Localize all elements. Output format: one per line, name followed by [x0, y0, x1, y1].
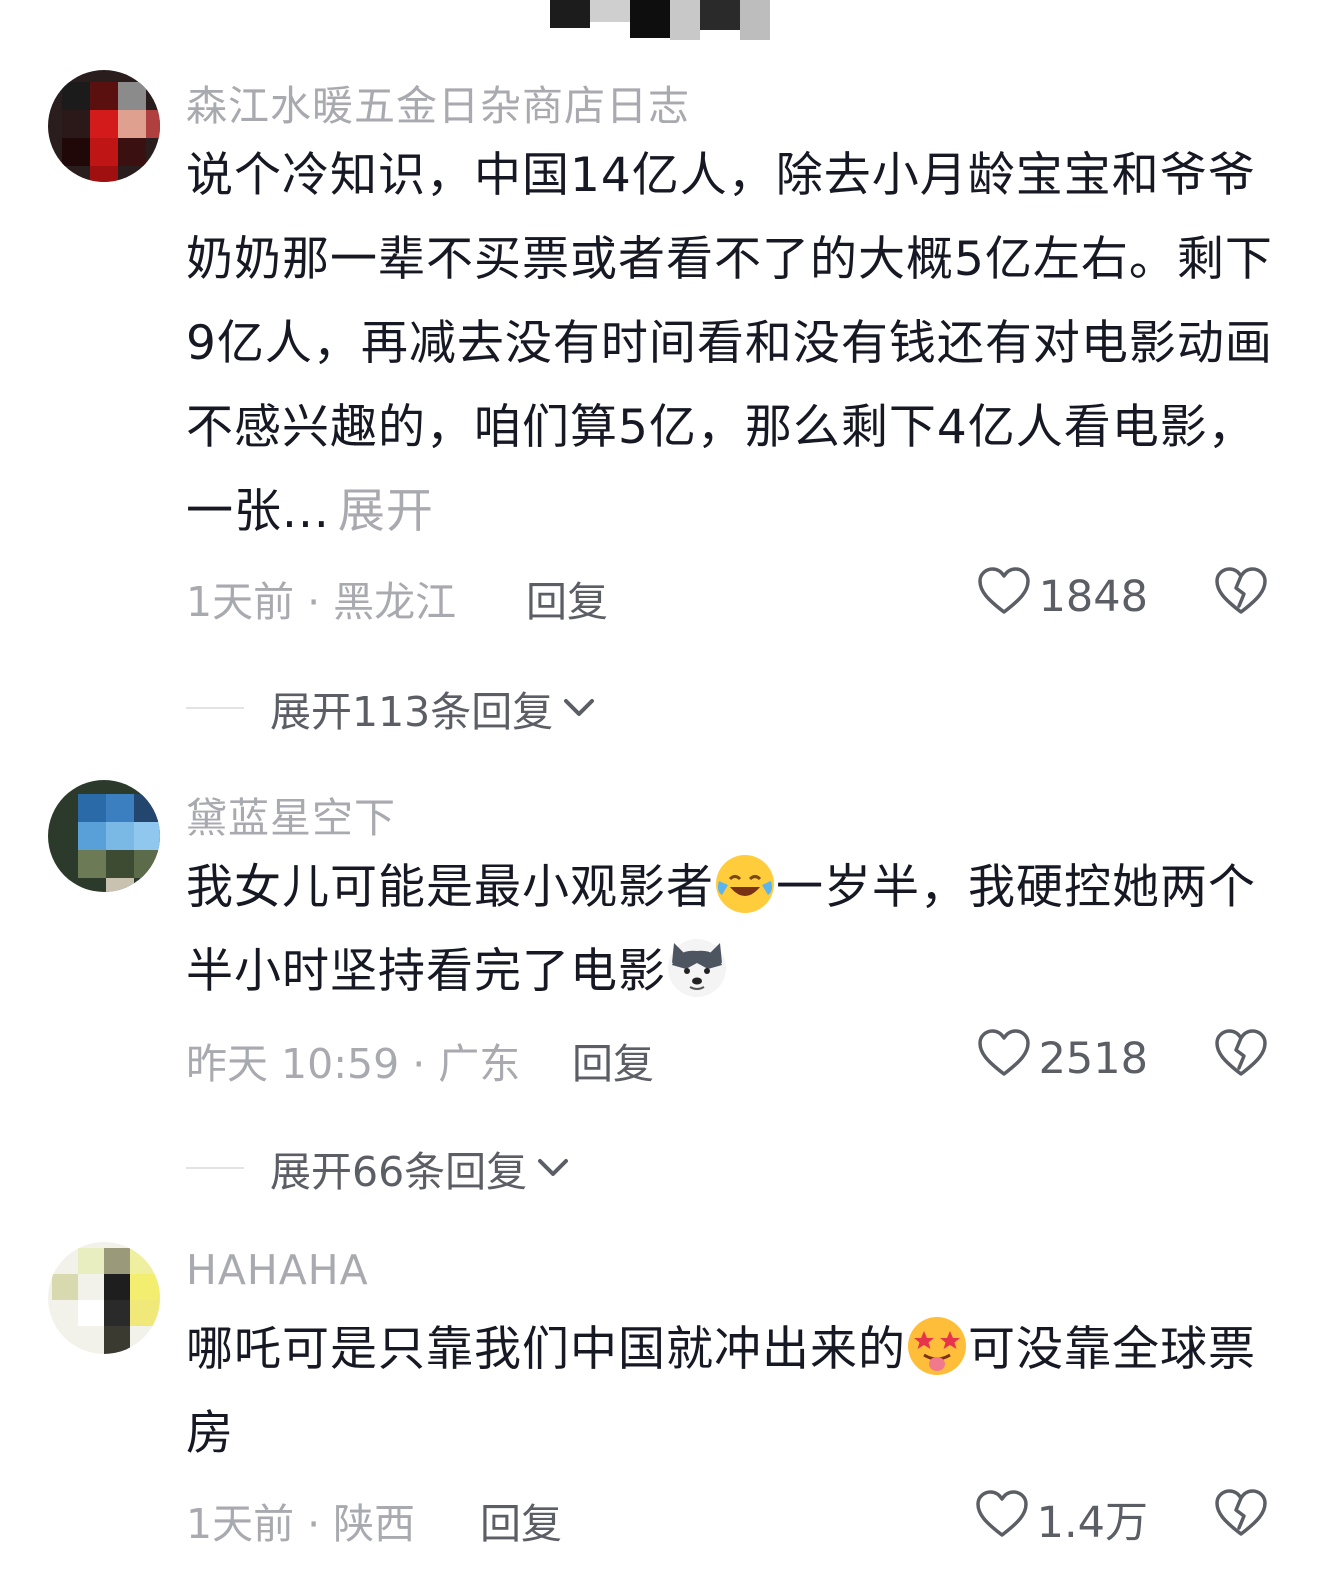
- star-struck-tongue-face-icon: [908, 1317, 966, 1375]
- expand-replies-label: 展开113条回复: [270, 688, 554, 736]
- face-with-tears-of-joy-icon: [716, 855, 774, 913]
- expand-replies-button[interactable]: 展开66条回复: [186, 1138, 571, 1198]
- time-location: 昨天 10:59 · 广东: [186, 1040, 521, 1088]
- comment-text: 说个冷知识，中国14亿人，除去小月龄宝宝和爷爷奶奶那一辈不买票或者看不了的大概5…: [186, 148, 1273, 539]
- like-count: 2518: [1038, 1033, 1148, 1084]
- broken-heart-icon: [1214, 1029, 1268, 1082]
- username[interactable]: 森江水暖五金日杂商店日志: [186, 72, 690, 132]
- broken-heart-icon: [1214, 1489, 1268, 1542]
- divider-line: [186, 707, 244, 709]
- expand-replies-label: 展开66条回复: [270, 1148, 528, 1196]
- username[interactable]: HAHAHA: [186, 1246, 369, 1294]
- dislike-button[interactable]: [1214, 1028, 1268, 1082]
- comment-text: 我女儿可能是最小观影者 一岁半，我硬控她两个半小时坚持看完了电影: [186, 846, 1276, 1014]
- expand-replies-button[interactable]: 展开113条回复: [186, 678, 597, 738]
- like-button[interactable]: 1848: [977, 566, 1148, 627]
- like-count: 1848: [1038, 571, 1148, 622]
- expand-text-link[interactable]: 展开: [338, 484, 434, 539]
- divider-line: [186, 1167, 244, 1169]
- like-count: 1.4万: [1036, 1498, 1148, 1548]
- heart-icon: [975, 1489, 1029, 1550]
- avatar[interactable]: [48, 1242, 160, 1354]
- username[interactable]: 黛蓝星空下: [186, 784, 396, 844]
- chevron-down-icon: [561, 696, 597, 720]
- avatar[interactable]: [48, 780, 160, 892]
- dislike-button[interactable]: [1214, 566, 1268, 620]
- heart-icon: [977, 566, 1031, 627]
- dislike-button[interactable]: [1214, 1488, 1268, 1542]
- time-location: 1天前 · 黑龙江: [186, 578, 457, 626]
- like-button[interactable]: 1.4万: [975, 1488, 1148, 1550]
- heart-icon: [977, 1028, 1031, 1089]
- comment-text: 哪吒可是只靠我们中国就冲出来的 可没靠全球票房: [186, 1308, 1276, 1476]
- reply-button[interactable]: 回复: [480, 1490, 562, 1550]
- time-location: 1天前 · 陕西: [186, 1500, 416, 1548]
- reply-button[interactable]: 回复: [572, 1030, 654, 1090]
- husky-dog-face-icon: [668, 939, 726, 997]
- chevron-down-icon: [535, 1156, 571, 1180]
- like-button[interactable]: 2518: [977, 1028, 1148, 1089]
- avatar[interactable]: [48, 70, 160, 182]
- reply-button[interactable]: 回复: [526, 568, 608, 628]
- top-blurred-image: [550, 0, 800, 40]
- broken-heart-icon: [1214, 567, 1268, 620]
